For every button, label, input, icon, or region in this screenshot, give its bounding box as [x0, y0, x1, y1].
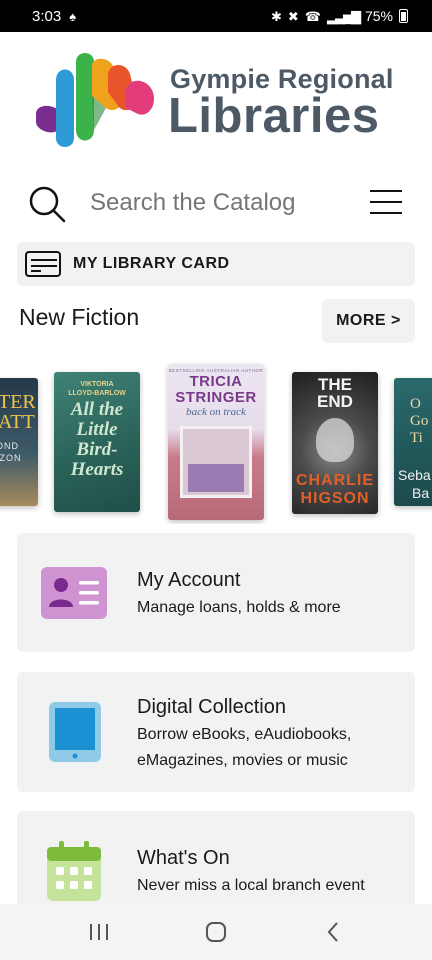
book-cover[interactable]: VIKTORIA LLOYD-BARLOW All the Little Bir…	[54, 372, 140, 512]
search-bar	[0, 178, 432, 228]
book-cover-text: O	[410, 396, 421, 412]
book-cover-text: VIKTORIA	[80, 381, 114, 388]
mute-icon: ✖	[287, 8, 299, 24]
account-card-icon	[41, 567, 107, 619]
my-library-card-button[interactable]: MY LIBRARY CARD	[17, 242, 415, 286]
book-cover-text: END	[317, 392, 353, 411]
book-cover-text: THE	[318, 375, 352, 394]
library-card-label: MY LIBRARY CARD	[73, 255, 230, 272]
book-cover-text: Ba	[412, 485, 430, 501]
book-cover-text: Little	[76, 419, 118, 440]
wifi-call-icon: ☎	[304, 8, 321, 24]
book-cover-text: STRINGER	[175, 389, 257, 406]
book-cover-text: HIGSON	[300, 490, 370, 507]
book-cover-text: All the	[70, 399, 124, 420]
tile-title: Digital Collection	[137, 696, 286, 718]
book-cover[interactable]: BESTSELLING AUSTRALIAN AUTHOR TRICIA STR…	[168, 364, 264, 520]
back-icon[interactable]	[313, 912, 353, 952]
book-cover-text: CHARLIE	[295, 472, 375, 489]
book-cover-text: Seba	[398, 467, 431, 483]
system-navigation-bar	[0, 904, 432, 960]
calendar-icon	[47, 841, 101, 901]
book-cover-text: Hearts	[70, 459, 124, 480]
tile-description: Borrow eBooks, eAudiobooks, eMagazines, …	[137, 726, 352, 769]
my-account-tile[interactable]: My Account Manage loans, holds & more	[17, 533, 415, 652]
book-cover[interactable]: THE END CHARLIE HIGSON	[292, 372, 378, 514]
signal-icon: ▂▃▅▇	[326, 8, 361, 24]
book-cover-text: Ti	[410, 430, 423, 446]
hamburger-menu-icon[interactable]	[370, 188, 404, 216]
book-cover-text: IZON	[0, 453, 22, 463]
bluetooth-icon: ✱	[270, 8, 282, 24]
more-button[interactable]: MORE >	[322, 299, 415, 343]
search-icon[interactable]	[27, 184, 67, 224]
book-cover-text: Go	[410, 413, 429, 429]
status-bar: 3:03 ♠ ✱ ✖ ☎ ▂▃▅▇ 75%	[0, 0, 432, 32]
home-icon[interactable]	[196, 912, 236, 952]
book-cover[interactable]: TER ATT OND IZON	[0, 378, 38, 506]
book-cover-text: OND	[0, 441, 19, 451]
book-cover-text: back on track	[186, 406, 246, 418]
library-card-icon	[25, 251, 61, 277]
tablet-icon	[49, 702, 101, 762]
book-cover[interactable]: O Go Ti Seba Ba	[394, 378, 432, 506]
book-cover-text: TER	[0, 391, 36, 413]
new-fiction-heading: New Fiction	[19, 304, 140, 330]
book-cover-text: LLOYD-BARLOW	[68, 390, 126, 397]
notification-icon: ♠	[69, 8, 77, 24]
tile-title: What's On	[137, 847, 230, 869]
search-input[interactable]	[90, 186, 302, 220]
tile-title: My Account	[137, 569, 241, 591]
logo-mark-icon	[36, 53, 155, 147]
digital-collection-tile[interactable]: Digital Collection Borrow eBooks, eAudio…	[17, 672, 415, 792]
battery-level: 75%	[364, 8, 393, 24]
book-cover-text: ATT	[0, 411, 35, 433]
logo-title-line2: Libraries	[168, 89, 380, 143]
book-cover-text: TRICIA	[189, 373, 243, 390]
book-carousel[interactable]: TER ATT OND IZON VIKTORIA LLOYD-BARLOW A…	[0, 362, 432, 524]
recent-apps-icon[interactable]	[79, 912, 119, 952]
book-cover-text: Bird-	[76, 439, 118, 460]
battery-icon	[399, 9, 408, 23]
tile-description: Manage loans, holds & more	[137, 599, 341, 616]
library-logo[interactable]: Gympie Regional Libraries	[30, 52, 410, 152]
status-time: 3:03	[32, 7, 62, 25]
tile-description: Never miss a local branch event	[137, 877, 365, 894]
